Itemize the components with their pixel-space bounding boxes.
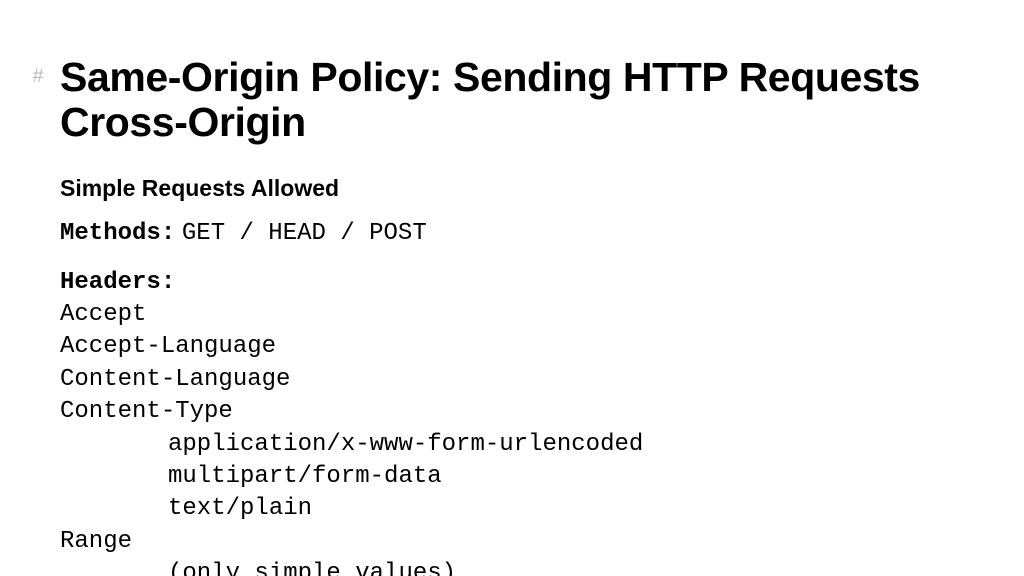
header-range: Range	[60, 526, 974, 558]
header-content-language: Content-Language	[60, 364, 974, 396]
content-type-textplain: text/plain	[60, 493, 312, 525]
headers-block: Headers: Accept Accept-Language Content-…	[60, 265, 974, 576]
page-title: Same-Origin Policy: Sending HTTP Request…	[60, 55, 974, 145]
range-note: (only simple values)	[60, 558, 456, 576]
content-type-multipart: multipart/form-data	[60, 461, 442, 493]
methods-value: GET / HEAD / POST	[182, 220, 427, 247]
section-subhead: Simple Requests Allowed	[60, 175, 974, 202]
methods-line: Methods: GET / HEAD / POST	[60, 216, 974, 250]
content-type-urlencoded: application/x-www-form-urlencoded	[60, 429, 643, 461]
header-accept: Accept	[60, 299, 974, 331]
slide: # Same-Origin Policy: Sending HTTP Reque…	[0, 0, 1024, 576]
hash-icon: #	[32, 66, 44, 89]
headers-label: Headers:	[60, 269, 175, 296]
methods-label: Methods:	[60, 220, 175, 247]
header-content-type: Content-Type	[60, 396, 974, 428]
header-accept-language: Accept-Language	[60, 331, 974, 363]
